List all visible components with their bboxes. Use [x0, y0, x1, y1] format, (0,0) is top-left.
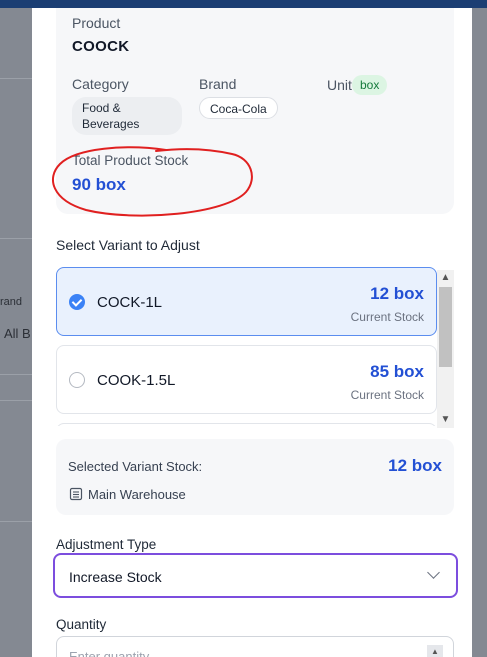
brand-pill: Coca-Cola — [199, 97, 278, 119]
variant-name: COCK-1L — [97, 294, 163, 311]
selected-stock-label: Selected Variant Stock: — [68, 459, 203, 474]
brand-label: Brand — [199, 76, 237, 92]
selected-stock-value: 12 box — [388, 456, 442, 475]
variant-stock-caption: Current Stock — [350, 388, 424, 402]
scroll-up-icon[interactable]: ▲ — [437, 270, 454, 286]
radio-icon — [69, 372, 85, 388]
category-label: Category — [72, 76, 129, 92]
background-page-right — [472, 8, 487, 657]
chevron-down-icon — [427, 566, 440, 579]
scroll-thumb[interactable] — [439, 287, 452, 367]
adjustment-type-label: Adjustment Type — [56, 537, 157, 552]
select-variant-label: Select Variant to Adjust — [56, 237, 200, 253]
stock-adjustment-modal: Product COOCK Category Food & Beverages … — [32, 8, 472, 657]
category-pill: Food & Beverages — [72, 97, 182, 135]
unit-label: Unit — [327, 77, 352, 93]
total-stock-label: Total Product Stock — [72, 153, 189, 168]
scroll-down-icon[interactable]: ▼ — [437, 412, 454, 428]
check-circle-icon — [69, 294, 85, 310]
product-name: COOCK — [72, 38, 130, 55]
variant-option-cook-1-5l[interactable]: COOK-1.5L 85 box Current Stock — [56, 345, 437, 414]
adjustment-type-value: Increase Stock — [69, 569, 162, 585]
background-brand-filter: All B — [4, 326, 31, 341]
adjustment-type-select[interactable]: Increase Stock — [53, 553, 458, 598]
app-header-bar — [0, 0, 487, 8]
quantity-label: Quantity — [56, 617, 107, 632]
variant-stock-caption: Current Stock — [350, 310, 424, 324]
selected-variant-stock-card: Selected Variant Stock: 12 box Main Ware… — [56, 439, 454, 515]
quantity-stepper-up-icon[interactable]: ▲ — [427, 645, 443, 657]
unit-badge: box — [352, 75, 388, 95]
variant-stock-qty: 85 box — [370, 362, 424, 381]
warehouse-name: Main Warehouse — [88, 487, 186, 502]
total-stock-value: 90 box — [72, 175, 126, 194]
variant-option-cock-1l[interactable]: COCK-1L 12 box Current Stock — [56, 267, 437, 336]
variant-option-partial[interactable] — [56, 423, 437, 426]
quantity-input[interactable] — [69, 649, 389, 657]
variant-stock-qty: 12 box — [370, 284, 424, 303]
variant-name: COOK-1.5L — [97, 372, 176, 389]
product-info-card: Product COOCK Category Food & Beverages … — [51, 8, 454, 217]
variant-list-scrollbar[interactable]: ▲ ▼ — [437, 270, 454, 428]
quantity-field[interactable]: ▲ — [56, 636, 454, 657]
background-brand-label: rand — [0, 296, 23, 308]
product-label: Product — [72, 15, 121, 31]
warehouse-icon — [69, 487, 83, 501]
variant-list: COCK-1L 12 box Current Stock COOK-1.5L 8… — [56, 266, 438, 426]
